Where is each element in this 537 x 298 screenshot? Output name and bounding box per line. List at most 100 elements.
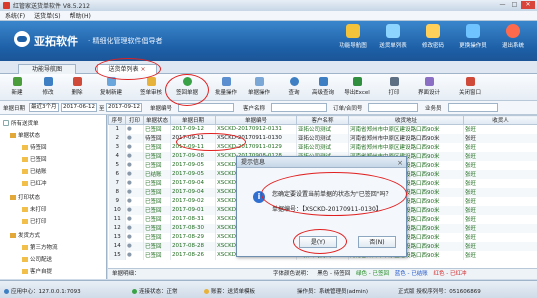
tree-item-reversed[interactable]: 已红冲 xyxy=(22,179,47,187)
cell-recv: 张旺 xyxy=(463,160,537,170)
query-button[interactable]: 查询 xyxy=(282,77,306,96)
toolbar-label: 导出Excel xyxy=(344,90,370,96)
column-header[interactable]: 单据编号 xyxy=(215,115,297,125)
printer-icon xyxy=(389,77,399,86)
edit-button[interactable]: 修改 xyxy=(37,77,59,96)
maximize-button[interactable]: □ xyxy=(509,1,520,9)
column-header[interactable]: 序号 xyxy=(108,115,126,125)
new-button[interactable]: 新建 xyxy=(6,77,28,96)
nav-delivery-list[interactable]: 送货单列表 xyxy=(375,24,411,49)
doc-no-field[interactable] xyxy=(178,103,234,112)
menu-help[interactable]: 帮助(H) xyxy=(70,11,91,20)
salesman-field[interactable] xyxy=(448,103,498,112)
table-row[interactable]: 2 ● 待签回 2017-09-11 XSCKD-20170911-0130 亚拓公司测试… xyxy=(108,133,537,143)
table-row[interactable]: 3 ● 已签回 2017-09-11 XSCKD-20170911-0129 亚拓公司测试… xyxy=(108,142,537,152)
export-excel-button[interactable]: 导出Excel xyxy=(340,77,374,96)
tree-item-settled[interactable]: 已结账 xyxy=(22,167,47,175)
close-window-button[interactable]: ✕ xyxy=(521,1,535,9)
tab-function-map[interactable]: 功能导航图 xyxy=(18,64,76,74)
print-button[interactable]: 打印 xyxy=(384,77,404,96)
toolbar: 新建 修改 删除 复制新建 签单审核 签回单据 批量操作 单据操作 查询 高级查… xyxy=(0,74,537,101)
tree-root[interactable]: 所有送货单 xyxy=(3,119,39,127)
tab-label: 功能导航图 xyxy=(31,66,62,73)
batch-button[interactable]: 批量操作 xyxy=(211,77,241,96)
info-icon: i xyxy=(253,191,265,203)
order-label: 订单/合同号 xyxy=(333,106,363,112)
tree-label: 已结账 xyxy=(30,169,47,175)
cell-no: 15 xyxy=(108,250,126,260)
folder-icon xyxy=(22,218,28,224)
tree-group-shipping[interactable]: 发货方式 xyxy=(10,231,40,239)
menu-delivery[interactable]: 送货单(S) xyxy=(34,11,61,20)
tree-item-logistics[interactable]: 第三方物流 xyxy=(22,243,58,251)
tree-group-status[interactable]: 单据状态 xyxy=(10,131,40,139)
cell-recv: 张旺 xyxy=(463,124,537,134)
table-row[interactable]: 1 ● 已签回 2017-09-12 XSCKD-20170912-0131 亚拓公司测试… xyxy=(108,124,537,134)
customer-field[interactable] xyxy=(271,103,327,112)
date-from-field[interactable]: 2017-06-12 xyxy=(61,103,97,112)
status-account: 账套：送货单模板 xyxy=(204,287,255,295)
copy-icon xyxy=(106,77,116,86)
cell-status: 已签回 xyxy=(143,232,171,242)
close-window-tool-button[interactable]: 关闭窗口 xyxy=(455,77,485,96)
tree-label: 未打印 xyxy=(30,207,47,213)
sign-back-button[interactable]: 签回单据 xyxy=(172,77,202,96)
yes-button[interactable]: 是(Y) xyxy=(299,236,337,248)
doc-action-button[interactable]: 单据操作 xyxy=(244,77,274,96)
cell-print: ● xyxy=(125,169,144,179)
delete-button[interactable]: 删除 xyxy=(66,77,88,96)
column-header[interactable]: 单据日期 xyxy=(170,115,216,125)
tree-item-printed[interactable]: 已打印 xyxy=(22,217,47,225)
tree-group-print[interactable]: 打印状态 xyxy=(10,193,40,201)
folder-icon xyxy=(22,180,28,186)
cell-doc: XSCKD-20170911-0130 xyxy=(215,133,297,143)
tree-item-company-delivery[interactable]: 公司配送 xyxy=(22,255,52,263)
sign-audit-button[interactable]: 签单审核 xyxy=(135,77,167,96)
filter-icon xyxy=(318,77,328,86)
tree-item-unprinted[interactable]: 未打印 xyxy=(22,205,47,213)
tab-close-icon[interactable]: × xyxy=(140,66,145,73)
layout-design-button[interactable]: 界面设计 xyxy=(414,77,444,96)
column-header[interactable]: 客户名称 xyxy=(296,115,349,125)
cell-print: ● xyxy=(125,241,144,251)
cell-status: 已签回 xyxy=(143,160,171,170)
nav-function-map[interactable]: 功能导航图 xyxy=(335,24,371,49)
tree-item-signed[interactable]: 已签回 xyxy=(22,155,47,163)
tab-bar: 功能导航图 送货单列表 × xyxy=(0,61,537,74)
column-header[interactable]: 单据状态 xyxy=(143,115,171,125)
cell-recv: 张旺 xyxy=(463,133,537,143)
no-button[interactable]: 否(N) xyxy=(358,236,396,248)
nav-change-password[interactable]: 修改密码 xyxy=(415,24,451,49)
toolbar-label: 高级查询 xyxy=(311,90,334,96)
cell-print: ● xyxy=(125,133,144,143)
order-field[interactable] xyxy=(368,103,418,112)
date-to-field[interactable]: 2017-09-12 xyxy=(106,103,142,112)
cell-customer: 亚拓公司测试 xyxy=(296,133,349,143)
copy-new-button[interactable]: 复制新建 xyxy=(95,77,127,96)
toolbar-label: 打印 xyxy=(388,90,400,96)
toolbar-label: 删除 xyxy=(71,90,83,96)
column-header[interactable]: 收货人 xyxy=(463,115,537,125)
cell-date: 2017-09-04 xyxy=(170,178,216,188)
cell-no: 3 xyxy=(108,142,126,152)
nav-switch-operator[interactable]: 更换操作员 xyxy=(455,24,491,49)
column-header[interactable]: 打印 xyxy=(125,115,144,125)
cell-recv: 张旺 xyxy=(463,232,537,242)
cell-no: 11 xyxy=(108,214,126,224)
tab-delivery-list[interactable]: 送货单列表 × xyxy=(97,64,157,74)
nav-exit[interactable]: 退出系统 xyxy=(495,24,531,49)
minimize-button[interactable]: — xyxy=(497,1,508,9)
tree-item-pending[interactable]: 待签回 xyxy=(22,143,47,151)
column-header[interactable]: 收货地址 xyxy=(348,115,464,125)
date-range-select[interactable]: 最近3个月 xyxy=(29,103,59,112)
cell-date: 2017-09-11 xyxy=(170,133,216,143)
cell-no: 8 xyxy=(108,187,126,197)
cell-date: 2017-08-30 xyxy=(170,223,216,233)
folder-icon xyxy=(22,244,28,250)
dialog-close-icon[interactable]: × xyxy=(397,158,403,169)
menu-system[interactable]: 系统(F) xyxy=(5,11,25,20)
logo-icon xyxy=(14,31,30,47)
cell-print: ● xyxy=(125,151,144,161)
advanced-query-button[interactable]: 高级查询 xyxy=(308,77,338,96)
tree-item-self-pickup[interactable]: 客户自提 xyxy=(22,267,52,275)
